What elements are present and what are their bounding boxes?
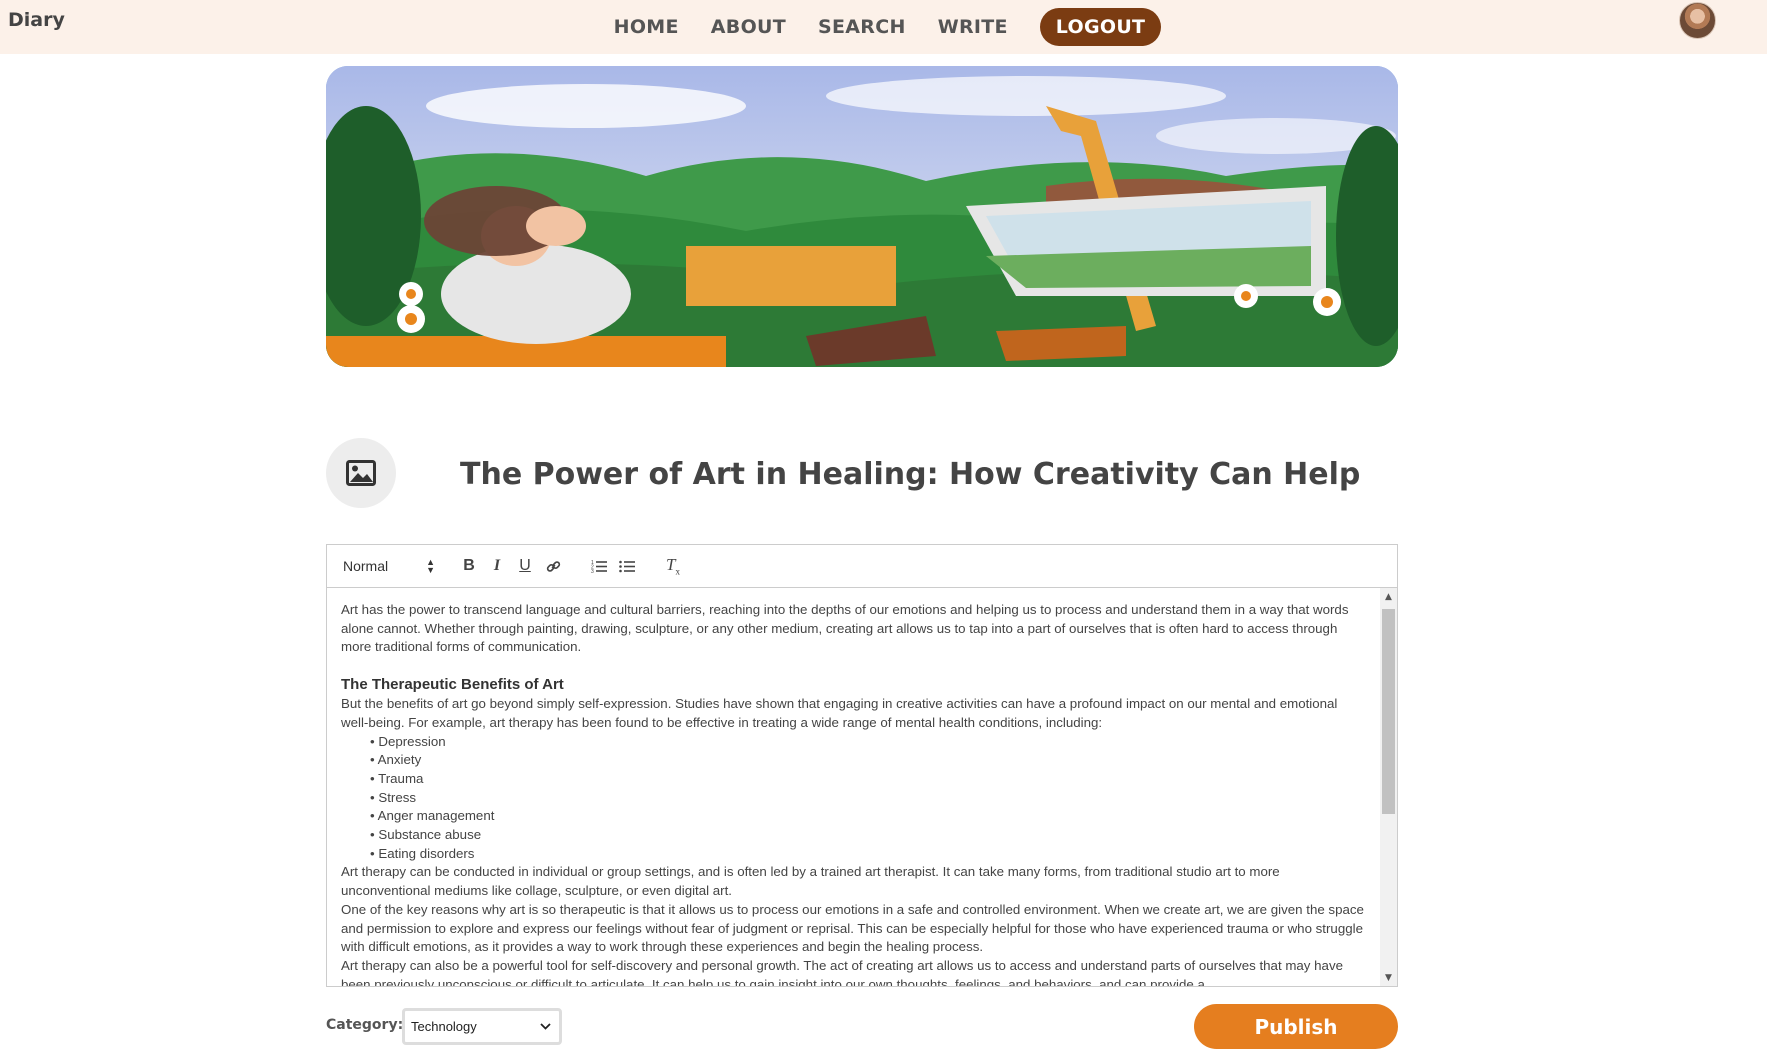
section-heading: The Therapeutic Benefits of Art	[341, 676, 564, 694]
nav-home[interactable]: HOME	[614, 16, 679, 38]
paragraph: Art therapy can be conducted in individu…	[341, 864, 1280, 899]
list-item: Stress	[370, 789, 1367, 808]
add-image-button[interactable]	[326, 438, 396, 508]
conditions-list: Depression Anxiety Trauma Stress Anger m…	[341, 733, 1367, 864]
format-select-value: Normal	[343, 558, 389, 574]
link-button[interactable]	[539, 554, 567, 578]
top-navbar: Diary HOME ABOUT SEARCH WRITE LOGOUT	[0, 0, 1767, 54]
clear-format-button[interactable]: Tx	[659, 554, 687, 578]
logout-button[interactable]: LOGOUT	[1039, 8, 1162, 46]
ordered-list-icon: 1 2 3	[591, 560, 607, 573]
image-icon	[346, 460, 376, 486]
category-label: Category:	[326, 1017, 404, 1033]
bold-icon: B	[463, 557, 475, 574]
rich-text-editor: Normal ▲ ▼ B I U 1 2 3 Tx Art has the po…	[326, 544, 1398, 987]
list-item: Anxiety	[370, 751, 1367, 770]
link-icon	[546, 560, 560, 572]
scroll-down-arrow-icon[interactable]: ▼	[1380, 969, 1397, 986]
post-title-input[interactable]	[460, 448, 1372, 500]
scroll-up-arrow-icon[interactable]: ▲	[1380, 588, 1397, 605]
publish-button[interactable]: Publish	[1194, 1004, 1398, 1049]
paragraph: Art therapy can also be a powerful tool …	[341, 957, 1343, 986]
chevron-down-icon	[540, 1023, 551, 1030]
nav-search[interactable]: SEARCH	[818, 16, 906, 38]
editor-content[interactable]: Art has the power to transcend language …	[327, 588, 1381, 986]
italic-icon: I	[493, 557, 501, 574]
clear-format-icon: Tx	[666, 555, 680, 577]
list-item: Eating disorders	[370, 845, 1367, 864]
intro-paragraph: Art has the power to transcend language …	[341, 602, 1349, 655]
list-item: Depression	[370, 733, 1367, 752]
nav-write[interactable]: WRITE	[938, 16, 1008, 38]
editor-toolbar: Normal ▲ ▼ B I U 1 2 3 Tx	[327, 545, 1397, 588]
bullet-list-icon	[619, 560, 635, 573]
main-nav: HOME ABOUT SEARCH WRITE LOGOUT	[0, 0, 1767, 54]
format-select[interactable]: Normal ▲ ▼	[343, 557, 435, 575]
scrollbar-thumb[interactable]	[1382, 609, 1395, 814]
ordered-list-button[interactable]: 1 2 3	[585, 554, 613, 578]
bullet-list-button[interactable]	[613, 554, 641, 578]
italic-button[interactable]: I	[483, 554, 511, 578]
list-item: Anger management	[370, 807, 1367, 826]
bold-button[interactable]: B	[455, 554, 483, 578]
paragraph: But the benefits of art go beyond simply…	[341, 696, 1338, 730]
editor-scrollbar[interactable]: ▲ ▼	[1380, 588, 1397, 986]
svg-text:3: 3	[591, 569, 594, 573]
nav-about[interactable]: ABOUT	[711, 16, 786, 38]
user-avatar[interactable]	[1679, 2, 1716, 39]
list-item: Substance abuse	[370, 826, 1367, 845]
cover-image	[326, 66, 1398, 367]
list-item: Trauma	[370, 770, 1367, 789]
category-select[interactable]: Technology	[402, 1008, 562, 1045]
category-select-value: Technology	[411, 1019, 477, 1034]
underline-button[interactable]: U	[511, 554, 539, 578]
chevron-updown-icon: ▲ ▼	[426, 557, 435, 575]
cover-painting	[326, 66, 1398, 367]
underline-icon: U	[519, 557, 531, 574]
paragraph: One of the key reasons why art is so the…	[341, 901, 1364, 955]
